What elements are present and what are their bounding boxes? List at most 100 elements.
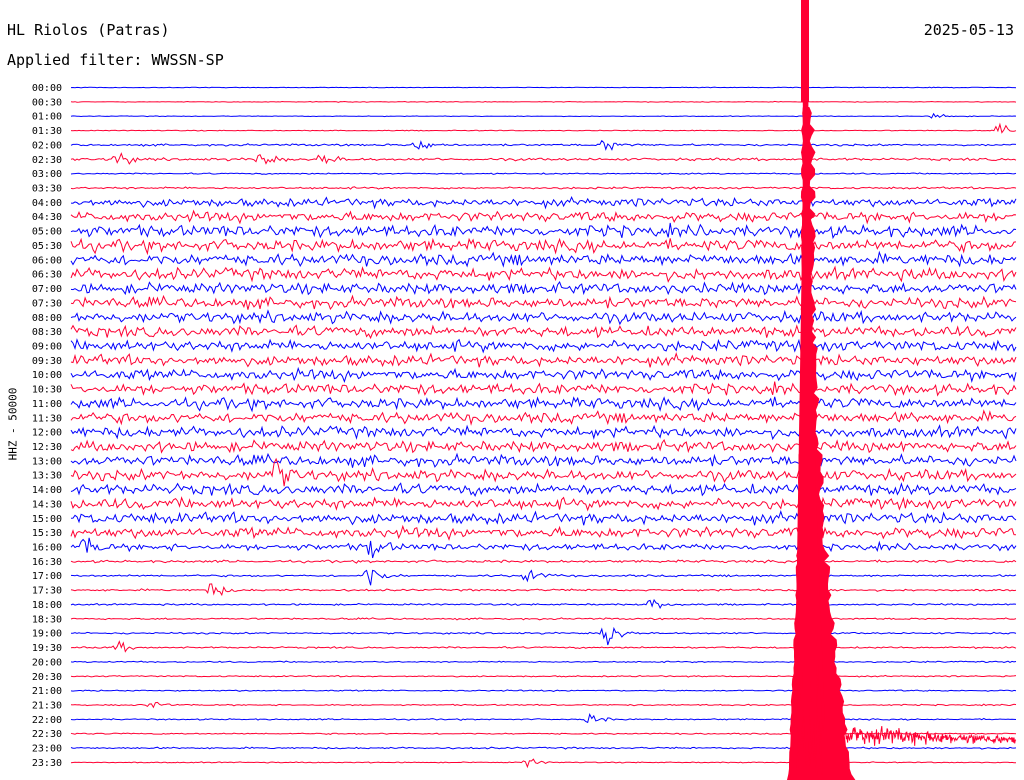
trace-row: [70, 660, 1017, 664]
trace-rows: [70, 86, 1017, 769]
trace-row: [70, 758, 1016, 769]
trace-row: [70, 583, 1017, 597]
row-tick-label: 08:30: [32, 327, 62, 338]
trace-row: [70, 424, 1017, 441]
row-tick-label: 22:30: [32, 729, 62, 740]
trace-row: [70, 280, 1017, 296]
trace-row: [70, 195, 1017, 210]
row-tick-label: 00:30: [32, 97, 62, 108]
row-tick-label: 06:00: [32, 255, 62, 266]
trace-row: [70, 524, 1017, 541]
row-tick-label: 02:30: [32, 155, 62, 166]
row-tick-label: 20:30: [32, 672, 62, 683]
trace-row: [70, 152, 1017, 165]
row-tick-label: 16:00: [32, 543, 62, 554]
trace-row: [70, 746, 1017, 750]
trace-row: [70, 712, 1017, 724]
trace-row: [70, 139, 1017, 151]
trace-row: [70, 366, 1017, 384]
trace-row: [70, 396, 1017, 413]
trace-row: [70, 250, 1017, 268]
row-tick-label: 14:30: [32, 499, 62, 510]
row-tick-label: 09:00: [32, 341, 62, 352]
row-tick-label: 01:30: [32, 126, 62, 137]
row-tick-label: 19:00: [32, 629, 62, 640]
trace-row: [70, 338, 1017, 354]
trace-row: [70, 569, 1017, 586]
row-tick-label: 21:00: [32, 686, 62, 697]
trace-row: [70, 222, 1017, 240]
row-tick-label: 14:00: [32, 485, 62, 496]
row-tick-label: 11:00: [32, 399, 62, 410]
row-tick-label: 03:30: [32, 184, 62, 195]
row-tick-label: 15:00: [32, 514, 62, 525]
trace-row: [70, 112, 1017, 119]
row-tick-labels: 00:00 00:30 01:00 01:30 02:00 02:30 03:00 03:30…: [32, 83, 62, 769]
trace-row: [70, 381, 1017, 397]
trace-row: [70, 100, 1017, 103]
row-tick-label: 04:30: [32, 212, 62, 223]
row-tick-label: 06:30: [32, 270, 62, 281]
helicorder-plot: 00:00 00:30 01:00 01:30 02:00 02:30 03:00 03:30…: [32, 0, 1017, 780]
row-tick-label: 19:30: [32, 643, 62, 654]
trace-row: [70, 701, 1017, 709]
mainshock-spike: [793, 77, 825, 776]
row-tick-label: 13:30: [32, 471, 62, 482]
trace-row: [70, 186, 1017, 190]
trace-row: [70, 559, 1017, 564]
trace-row: [70, 452, 1017, 468]
trace-row: [70, 496, 1017, 512]
mainshock-peak: [801, 0, 809, 102]
row-tick-label: 12:00: [32, 428, 62, 439]
row-tick-label: 16:30: [32, 557, 62, 568]
trace-row: [70, 674, 1017, 678]
row-tick-label: 11:30: [32, 413, 62, 424]
trace-row: [70, 689, 1017, 693]
trace-row: [70, 438, 1017, 454]
row-tick-label: 13:00: [32, 456, 62, 467]
row-tick-label: 05:30: [32, 241, 62, 252]
trace-row: [70, 598, 1017, 609]
trace-row: [70, 537, 1017, 559]
row-tick-label: 23:00: [32, 744, 62, 755]
trace-row: [70, 209, 1017, 225]
trace-row: [70, 482, 1017, 497]
row-tick-label: 03:00: [32, 169, 62, 180]
row-tick-label: 17:30: [32, 586, 62, 597]
trace-row: [70, 409, 1017, 426]
row-tick-label: 09:30: [32, 356, 62, 367]
trace-row: [70, 324, 1017, 340]
row-tick-label: 17:00: [32, 571, 62, 582]
trace-row: [70, 626, 1017, 646]
row-tick-label: 00:00: [32, 83, 62, 94]
row-tick-label: 10:00: [32, 370, 62, 381]
trace-row: [70, 510, 1017, 526]
trace-row: [70, 640, 1017, 653]
trace-row: [70, 294, 1017, 311]
row-tick-label: 15:30: [32, 528, 62, 539]
trace-row: [70, 309, 1017, 326]
trace-row: [70, 122, 1017, 134]
trace-row: [70, 617, 1017, 621]
trace-row: [70, 172, 1017, 175]
row-tick-label: 18:00: [32, 600, 62, 611]
row-tick-label: 18:30: [32, 614, 62, 625]
row-tick-label: 07:00: [32, 284, 62, 295]
row-tick-label: 04:00: [32, 198, 62, 209]
row-tick-label: 08:00: [32, 313, 62, 324]
trace-row: [70, 237, 1017, 256]
row-tick-label: 10:30: [32, 385, 62, 396]
row-tick-label: 07:30: [32, 298, 62, 309]
row-tick-label: 20:00: [32, 657, 62, 668]
trace-row: [70, 351, 1017, 368]
row-tick-label: 12:30: [32, 442, 62, 453]
row-tick-label: 22:00: [32, 715, 62, 726]
row-tick-label: 05:00: [32, 227, 62, 238]
trace-row: [70, 265, 1017, 283]
row-tick-label: 21:30: [32, 700, 62, 711]
row-tick-label: 23:30: [32, 758, 62, 769]
row-tick-label: 01:00: [32, 112, 62, 123]
trace-row: [70, 457, 1017, 487]
trace-row: [70, 86, 1017, 89]
row-tick-label: 02:00: [32, 140, 62, 151]
